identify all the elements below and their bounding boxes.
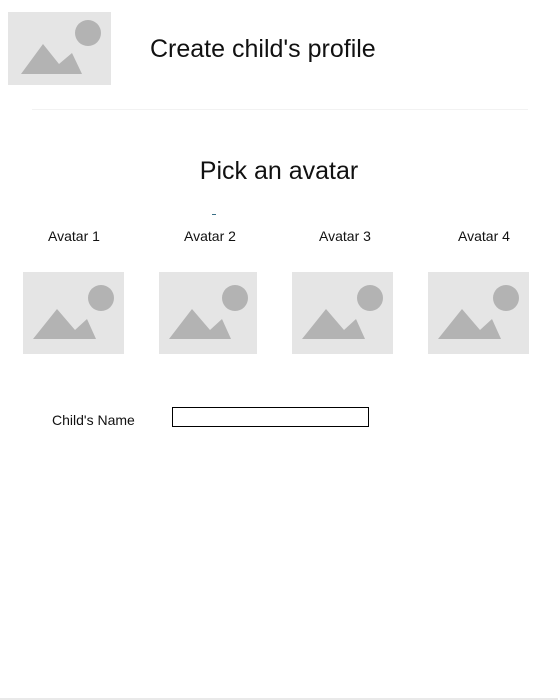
- childs-name-input[interactable]: [172, 407, 369, 427]
- image-placeholder-icon: [21, 20, 101, 74]
- avatar-2-label: Avatar 2: [184, 228, 236, 244]
- avatar-section-title: Pick an avatar: [199, 157, 359, 185]
- avatar-1-label: Avatar 1: [48, 228, 100, 244]
- small-mark: [212, 214, 216, 215]
- avatar-2-image[interactable]: [159, 272, 257, 354]
- avatar-3-image[interactable]: [292, 272, 393, 354]
- avatar-1-image[interactable]: [23, 272, 124, 354]
- page-title: Create child's profile: [150, 35, 376, 63]
- image-placeholder-icon: [438, 285, 519, 339]
- header-logo-image: [8, 12, 111, 85]
- avatar-4-label: Avatar 4: [458, 228, 510, 244]
- avatar-3-label: Avatar 3: [319, 228, 371, 244]
- image-placeholder-icon: [302, 285, 383, 339]
- image-placeholder-icon: [33, 285, 114, 339]
- childs-name-label: Child's Name: [52, 412, 135, 428]
- image-placeholder-icon: [169, 285, 248, 339]
- header-divider: [32, 109, 528, 110]
- avatar-4-image[interactable]: [428, 272, 529, 354]
